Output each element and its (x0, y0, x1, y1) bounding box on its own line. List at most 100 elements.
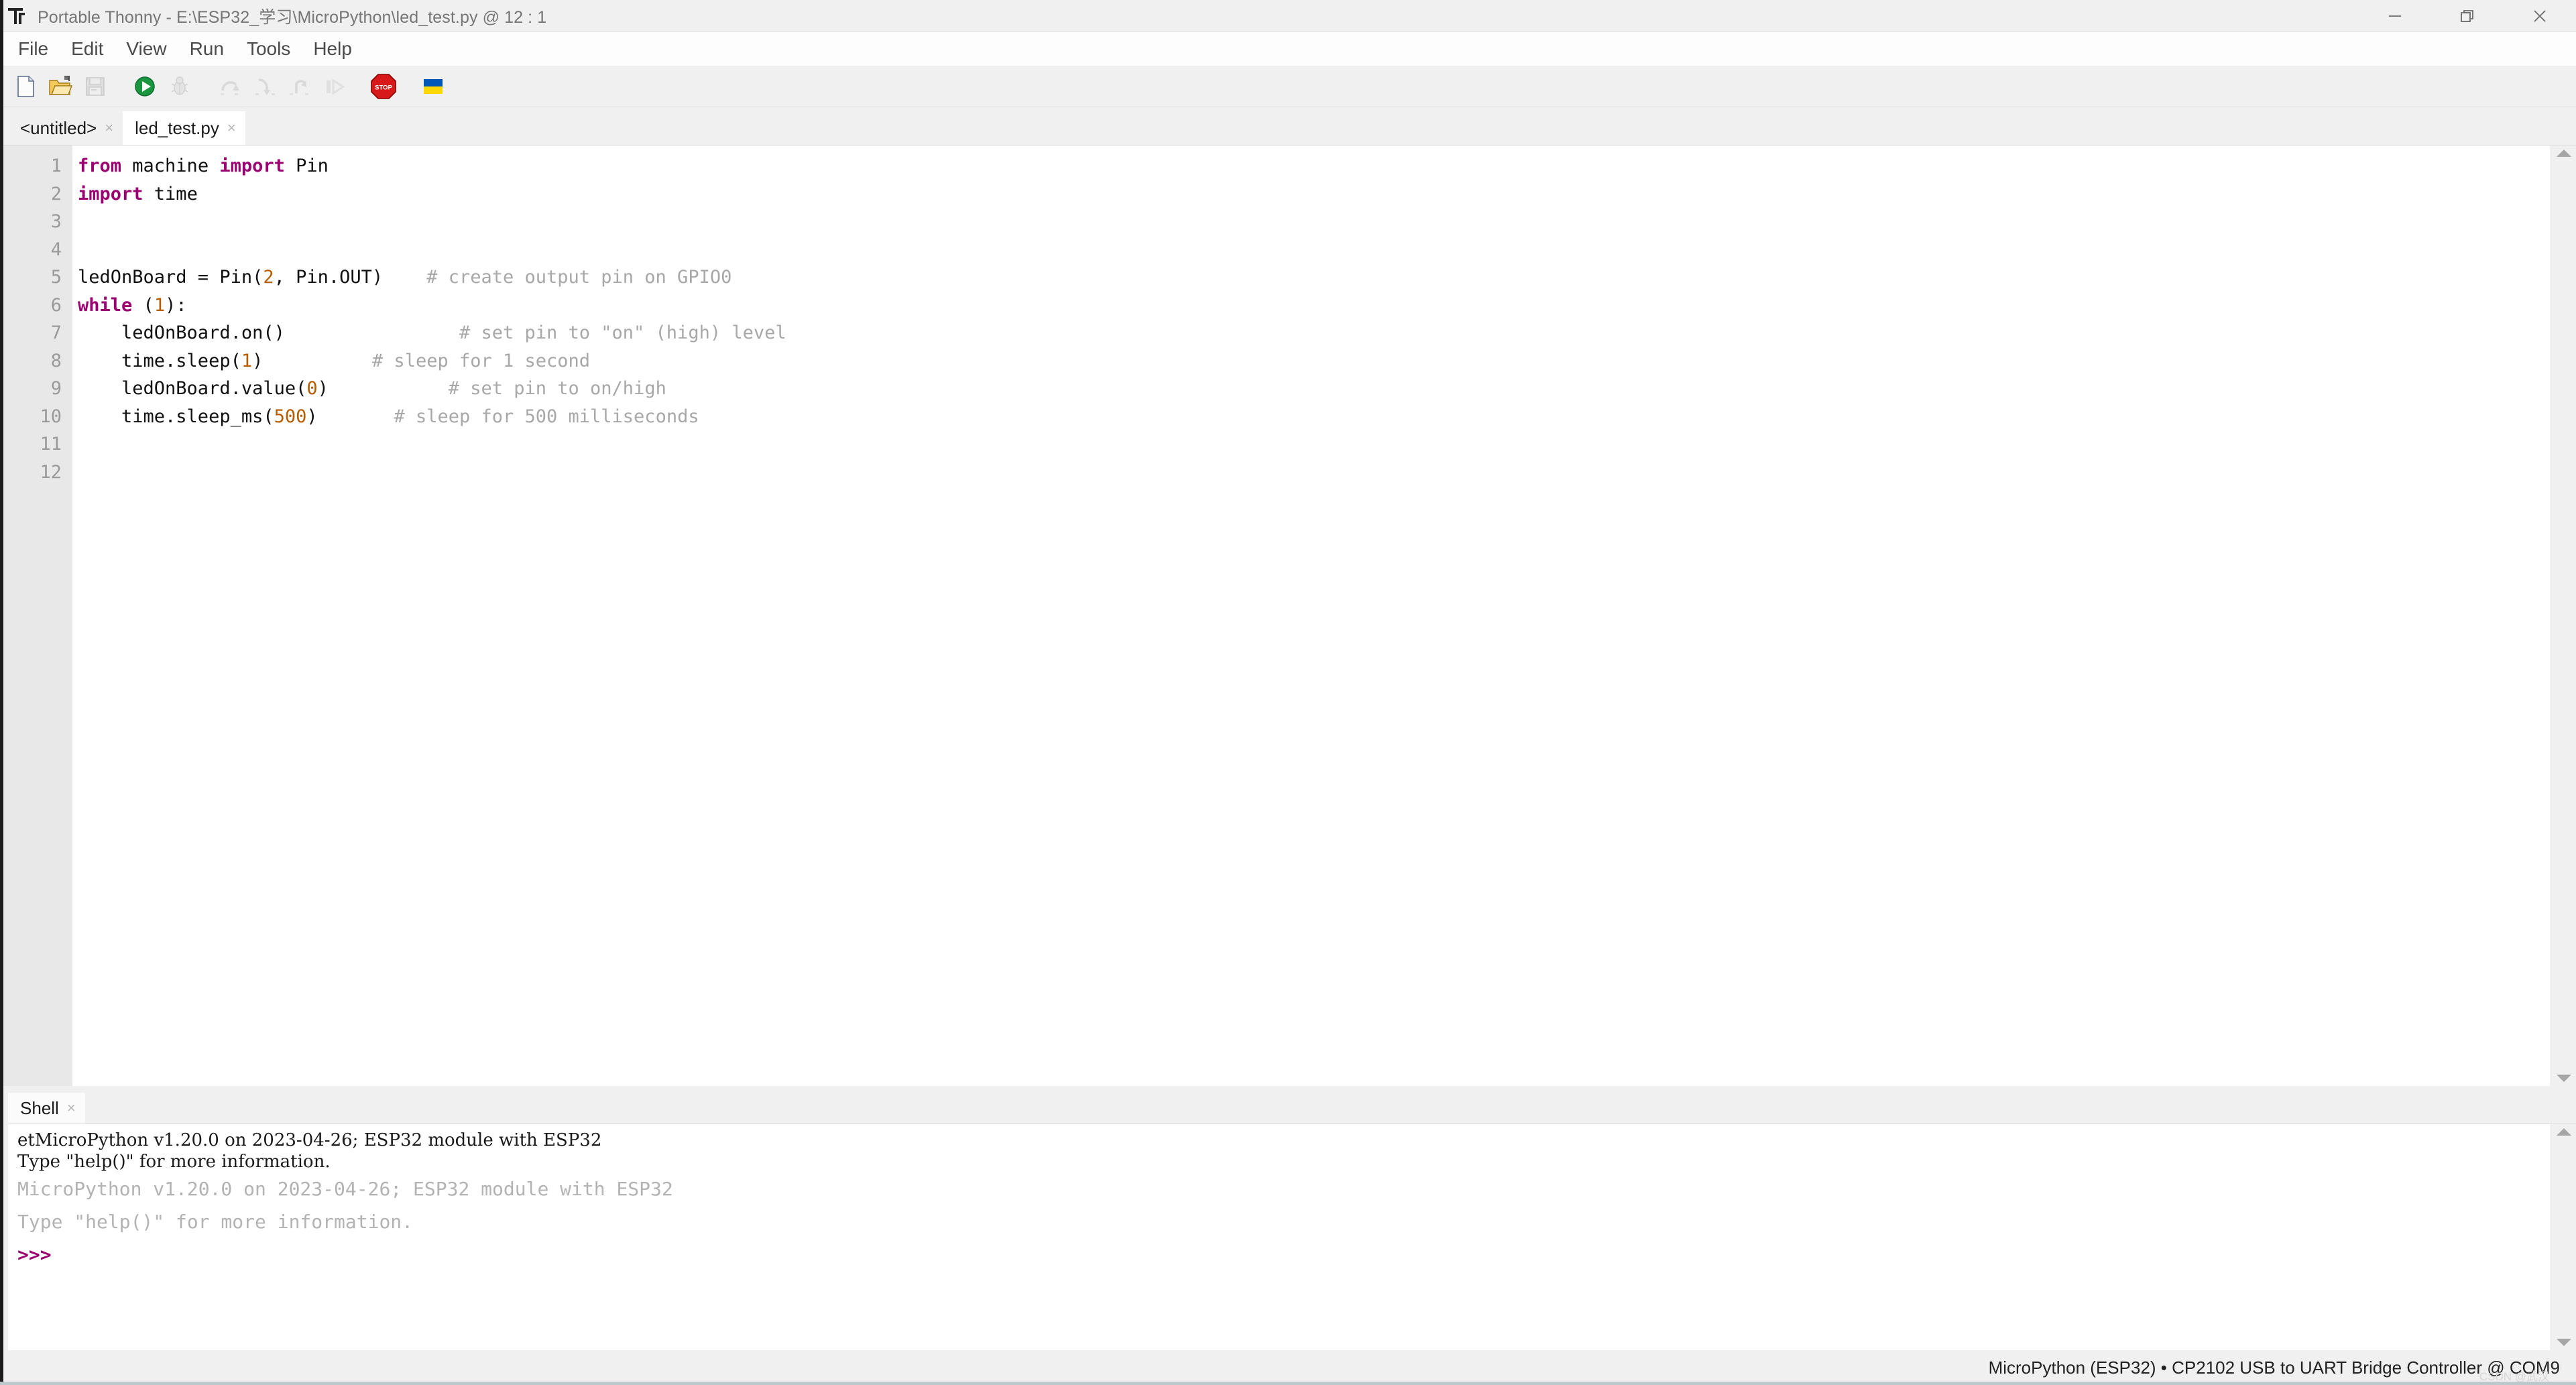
code-text: Pin (296, 156, 329, 176)
step-out-icon (282, 69, 316, 104)
code-number: 2 (263, 267, 274, 288)
shell-tab-close-icon[interactable]: × (67, 1101, 76, 1116)
code-text: ) (317, 378, 449, 399)
shell-output[interactable]: etMicroPython v1.20.0 on 2023-04-26; ESP… (8, 1124, 2551, 1350)
window-title: Portable Thonny - E:\ESP32_学习\MicroPytho… (38, 7, 547, 27)
stop-icon[interactable]: STOP (366, 69, 401, 104)
editor-tab-led-test-close-icon[interactable]: × (227, 121, 236, 135)
restore-icon[interactable] (2431, 0, 2504, 32)
code-comment: # sleep for 1 second (371, 350, 591, 371)
window-border-left (0, 0, 3, 1385)
editor-tab-led-test[interactable]: led_test.py × (123, 111, 245, 145)
line-number: 5 (50, 267, 62, 288)
code-keyword: from (78, 156, 133, 176)
shell-tab-label: Shell (20, 1097, 59, 1118)
save-file-icon (78, 69, 113, 104)
open-file-icon[interactable] (43, 69, 78, 104)
code-line: from machine import Pin (78, 152, 2551, 180)
ukraine-flag-icon[interactable] (416, 69, 451, 104)
code-text: ledOnBoard.value( (78, 378, 307, 399)
menu-item-view[interactable]: View (115, 36, 178, 62)
code-text: ( (143, 294, 154, 316)
shell-output-line: etMicroPython v1.20.0 on 2023-04-26; ESP… (17, 1130, 602, 1150)
menu-item-tools[interactable]: Tools (235, 36, 302, 62)
line-number: 12 (40, 461, 62, 483)
editor-tab-led-test-label: led_test.py (135, 117, 219, 138)
code-comment: # sleep for 500 milliseconds (394, 406, 699, 427)
code-text: time.sleep_ms( (78, 406, 274, 427)
shell-output-line: Type "help()" for more information. (17, 1152, 331, 1172)
code-line: while (1): (78, 292, 2551, 320)
code-text: machine (132, 156, 220, 176)
code-comment: # set pin to "on" (high) level (459, 322, 786, 343)
backend-status-text[interactable]: MicroPython (ESP32) • CP2102 USB to UART… (1989, 1358, 2560, 1378)
line-number: 1 (50, 156, 62, 176)
code-keyword: import (78, 183, 154, 204)
code-number: 1 (154, 294, 166, 316)
code-keyword: import (219, 156, 296, 176)
title-bar-left: Portable Thonny - E:\ESP32_学习\MicroPytho… (0, 4, 546, 28)
debug-icon (162, 69, 197, 104)
resume-icon (316, 69, 351, 104)
line-number: 9 (50, 378, 62, 399)
window-controls (2359, 0, 2576, 32)
code-text-area[interactable]: from machine import Pin import time ledOn… (72, 145, 2551, 1086)
editor-tab-untitled[interactable]: <untitled> × (8, 111, 123, 145)
code-number: 1 (241, 350, 253, 371)
step-into-icon (247, 69, 282, 104)
new-file-icon[interactable] (8, 69, 43, 104)
toolbar: STOP (0, 66, 2576, 107)
status-bar: MicroPython (ESP32) • CP2102 USB to UART… (0, 1350, 2576, 1385)
code-text: , Pin.OUT) (274, 267, 427, 288)
shell-scroll-down-arrow-icon[interactable] (2556, 1339, 2571, 1346)
code-text: ) (252, 350, 372, 371)
shell-scroll-up-arrow-icon[interactable] (2556, 1128, 2571, 1136)
window-border-bottom (0, 1382, 2576, 1385)
code-comment: # create output pin on GPIO0 (426, 267, 732, 288)
shell-vertical-scrollbar[interactable] (2551, 1124, 2576, 1350)
shell-body-wrap: etMicroPython v1.20.0 on 2023-04-26; ESP… (8, 1124, 2576, 1350)
step-over-icon (212, 69, 247, 104)
code-line: time.sleep_ms(500) # sleep for 500 milli… (78, 403, 2551, 431)
menu-item-run[interactable]: Run (178, 36, 235, 62)
code-number: 0 (306, 378, 318, 399)
code-text: ledOnBoard.on() (78, 322, 459, 343)
run-icon[interactable] (127, 69, 162, 104)
line-number: 3 (50, 211, 62, 232)
shell-tabstrip: Shell × (8, 1090, 2576, 1124)
line-number: 8 (50, 350, 62, 371)
line-number: 10 (40, 406, 62, 427)
editor-tabstrip: <untitled> × led_test.py × (0, 107, 2576, 145)
line-number: 11 (40, 434, 62, 455)
code-line: ledOnBoard.on() # set pin to "on" (high)… (78, 319, 2551, 347)
code-number: 500 (274, 406, 307, 427)
thonny-window: Portable Thonny - E:\ESP32_学习\MicroPytho… (0, 0, 2576, 1385)
scroll-up-arrow-icon[interactable] (2556, 149, 2571, 157)
code-text: time.sleep( (78, 350, 241, 371)
code-editor: 1 2 3 4 5 6 7 8 9 10 11 12 from machine import Pin i… (0, 145, 2576, 1086)
menu-item-help[interactable]: Help (302, 36, 363, 62)
title-bar: Portable Thonny - E:\ESP32_学习\MicroPytho… (0, 0, 2576, 32)
code-text: time (154, 183, 198, 204)
shell-output-line: MicroPython v1.20.0 on 2023-04-26; ESP32… (17, 1178, 673, 1200)
scroll-down-arrow-icon[interactable] (2556, 1075, 2571, 1082)
editor-tab-untitled-close-icon[interactable]: × (105, 121, 113, 135)
line-number: 2 (50, 183, 62, 204)
editor-vertical-scrollbar[interactable] (2551, 145, 2576, 1086)
code-text: ): (165, 294, 187, 316)
shell-tab[interactable]: Shell × (8, 1093, 85, 1124)
shell-prompt[interactable]: >>> (17, 1238, 2551, 1271)
minimize-icon[interactable] (2359, 0, 2431, 32)
close-icon[interactable] (2504, 0, 2576, 32)
code-comment: # set pin to on/high (448, 378, 666, 399)
menu-item-edit[interactable]: Edit (60, 36, 115, 62)
menu-item-file[interactable]: File (7, 36, 60, 62)
line-number: 7 (50, 322, 62, 343)
code-keyword: while (78, 294, 143, 316)
code-text: ledOnBoard = Pin( (78, 267, 264, 288)
thonny-logo-icon (5, 5, 28, 27)
